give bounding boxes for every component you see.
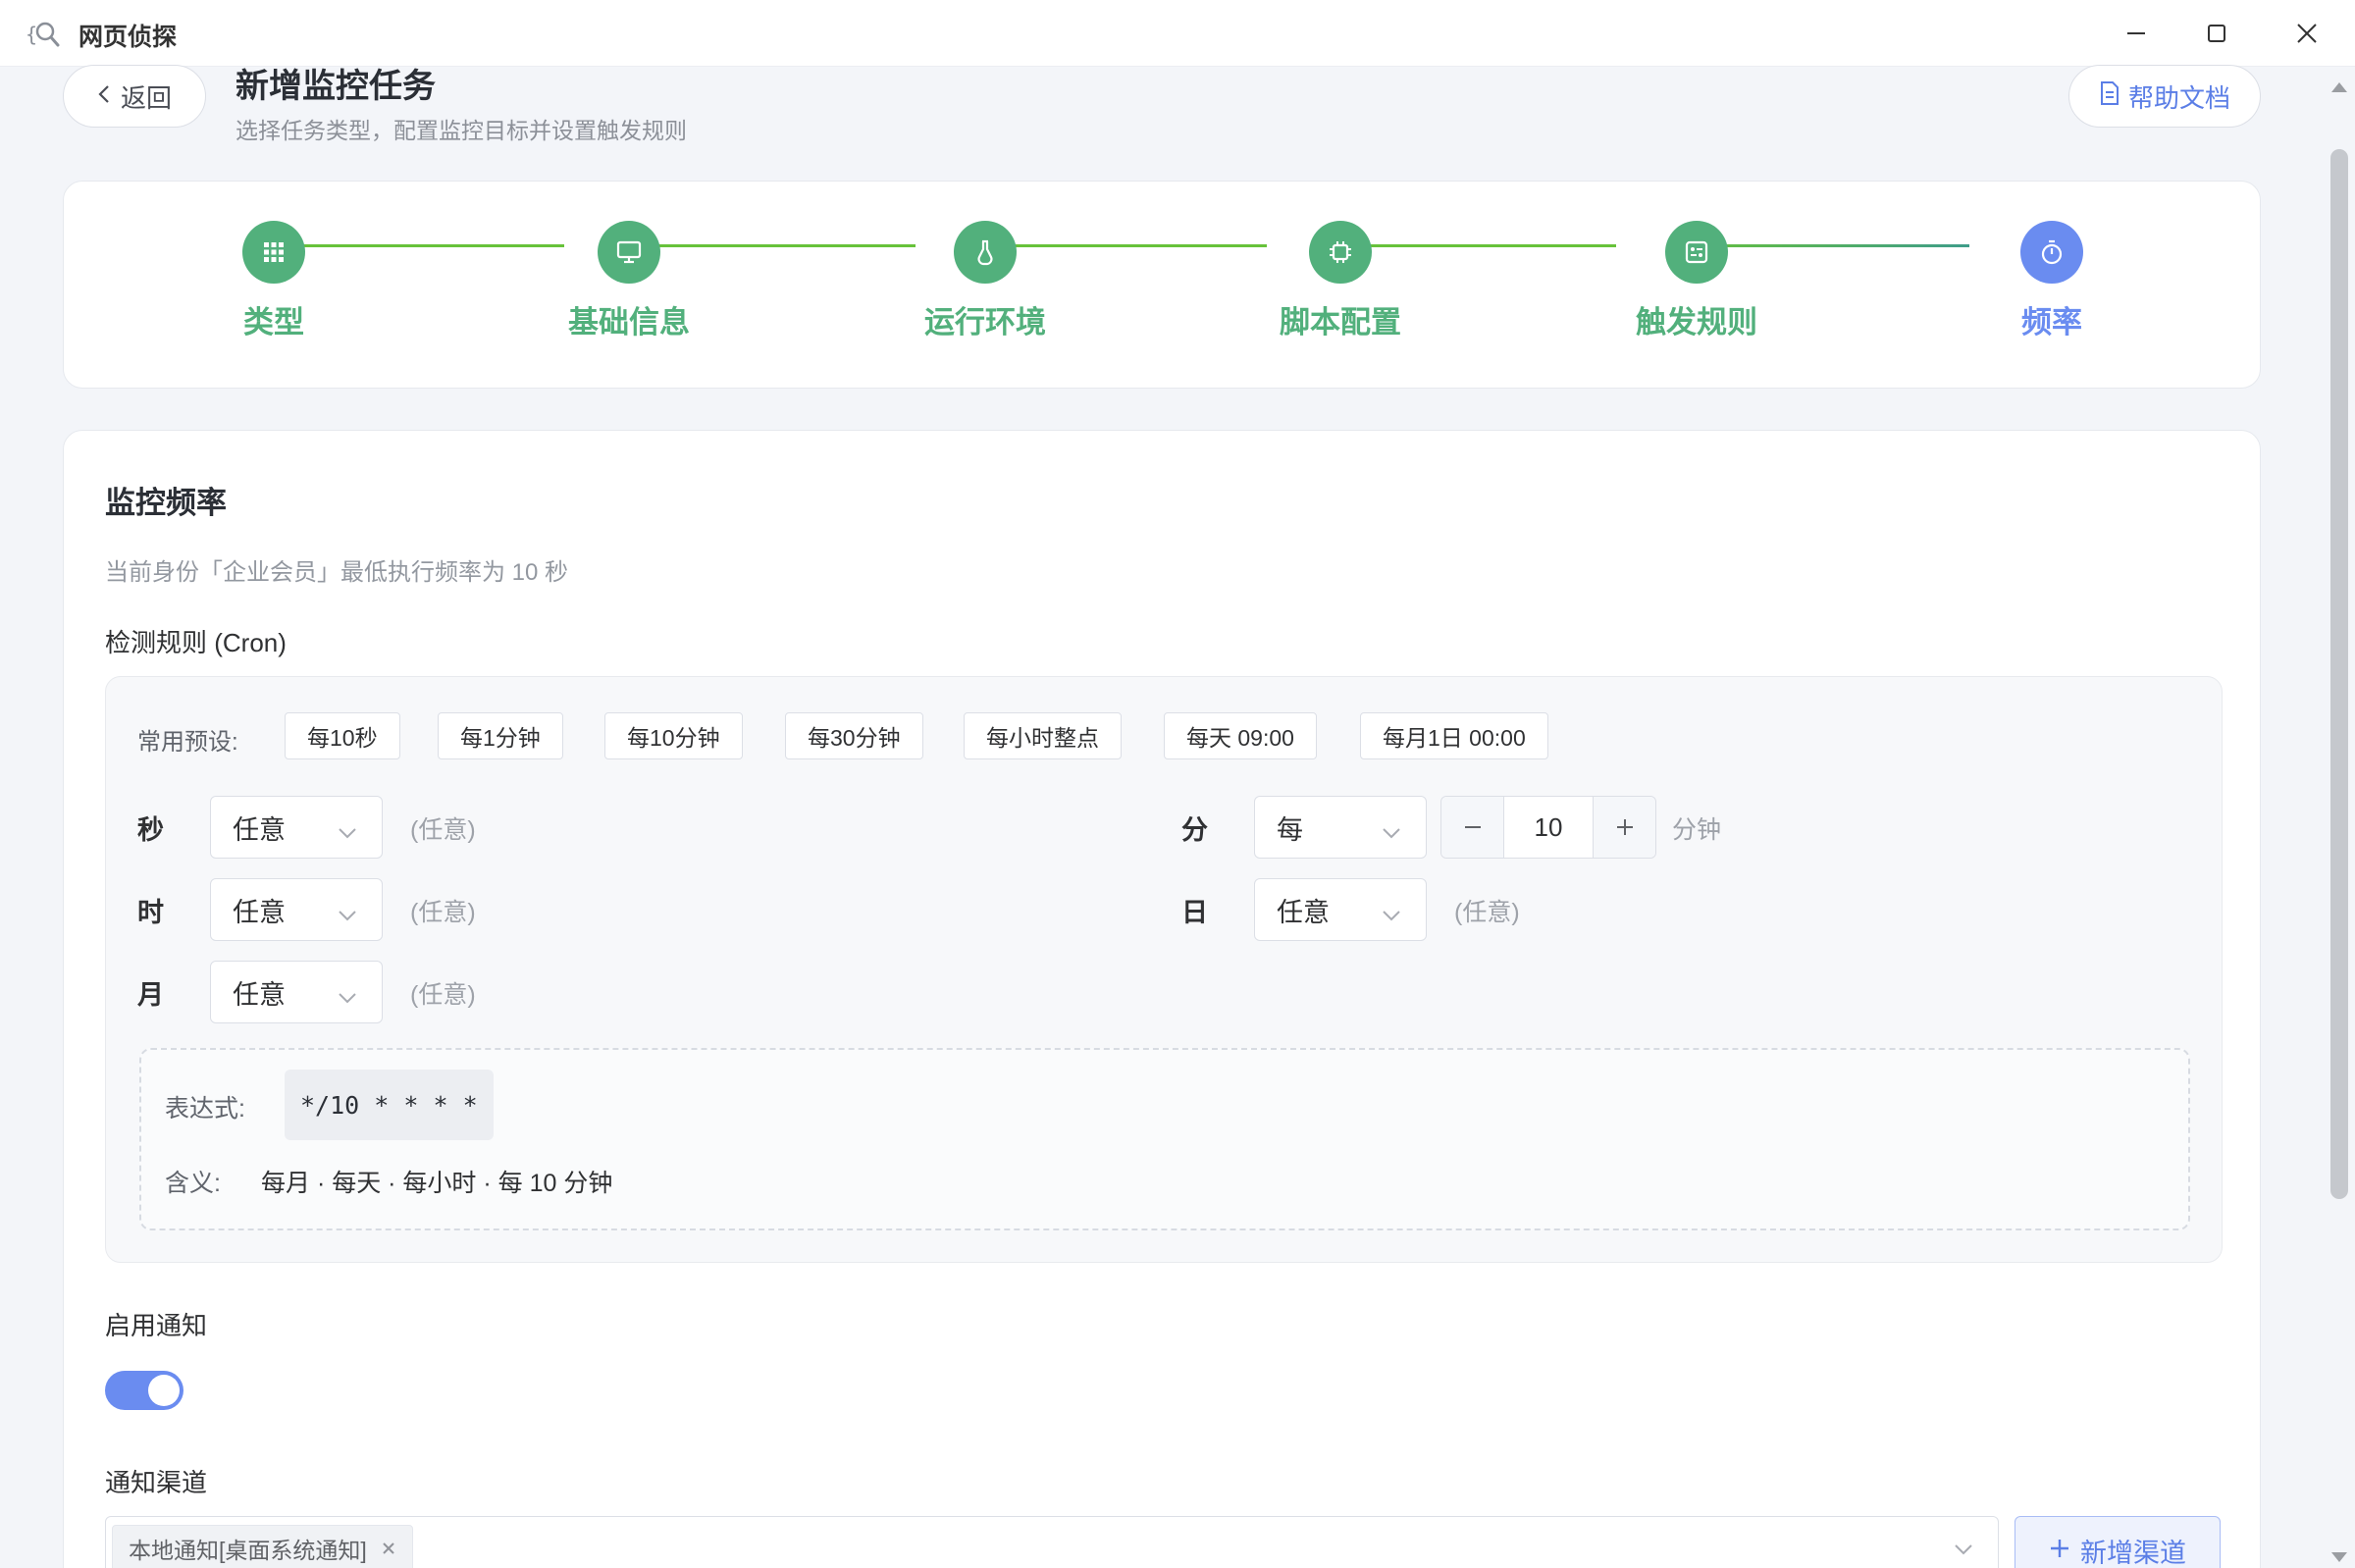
hour-select[interactable]: 任意 bbox=[210, 878, 383, 941]
minimize-button[interactable] bbox=[2102, 10, 2171, 57]
back-label: 返回 bbox=[120, 82, 172, 113]
meaning-label: 含义: bbox=[165, 1170, 221, 1197]
back-button[interactable]: 返回 bbox=[63, 65, 206, 128]
notify-toggle[interactable] bbox=[105, 1371, 183, 1410]
channel-tag-label: 本地通知[桌面系统通知] bbox=[129, 1538, 367, 1563]
day-select[interactable]: 任意 bbox=[1254, 878, 1427, 941]
channel-tag: 本地通知[桌面系统通知] bbox=[112, 1525, 413, 1568]
month-hint: (任意) bbox=[410, 981, 476, 1009]
minute-step-value[interactable]: 10 bbox=[1504, 797, 1593, 858]
chevron-down-icon bbox=[337, 981, 358, 1012]
cron-meaning: 每月 · 每天 · 每小时 · 每 10 分钟 bbox=[261, 1170, 613, 1197]
preset-button[interactable]: 每30分钟 bbox=[785, 712, 923, 759]
scroll-up-arrow-icon[interactable] bbox=[2331, 82, 2347, 92]
hour-hint: (任意) bbox=[410, 899, 476, 926]
title-bar: { 网页侦探 bbox=[0, 0, 2355, 67]
select-value: 任意 bbox=[233, 814, 286, 845]
chevron-down-icon bbox=[337, 899, 358, 929]
frequency-card: 监控频率 当前身份「企业会员」最低执行频率为 10 秒 检测规则 (Cron) … bbox=[63, 430, 2261, 1568]
channel-label: 通知渠道 bbox=[105, 1468, 208, 1497]
help-docs-button[interactable]: 帮助文档 bbox=[2068, 65, 2261, 128]
cron-expression: */10 * * * * bbox=[285, 1070, 494, 1140]
minute-stepper[interactable]: 10 bbox=[1440, 796, 1656, 859]
scroll-thumb[interactable] bbox=[2330, 149, 2348, 1199]
increment-button[interactable] bbox=[1593, 797, 1655, 858]
month-select[interactable]: 任意 bbox=[210, 961, 383, 1023]
monitor-icon bbox=[598, 221, 660, 284]
preset-button[interactable]: 每10秒 bbox=[285, 712, 400, 759]
chevron-down-icon bbox=[1953, 1542, 1974, 1561]
hour-label: 时 bbox=[137, 898, 164, 927]
help-docs-label: 帮助文档 bbox=[2127, 82, 2230, 113]
step-basic-info[interactable]: 基础信息 bbox=[531, 221, 727, 341]
step-label: 类型 bbox=[243, 305, 304, 340]
chevron-down-icon bbox=[1381, 899, 1402, 929]
day-hint: (任意) bbox=[1454, 899, 1520, 926]
enable-notify-label: 启用通知 bbox=[105, 1311, 208, 1340]
toggle-knob bbox=[148, 1375, 180, 1406]
step-label: 运行环境 bbox=[924, 305, 1046, 340]
minute-unit: 分钟 bbox=[1672, 816, 1722, 844]
page-title: 新增监控任务 bbox=[236, 68, 436, 105]
channel-select[interactable]: 本地通知[桌面系统通知] bbox=[105, 1516, 1999, 1568]
chevron-left-icon bbox=[97, 81, 111, 112]
step-runtime-env[interactable]: 运行环境 bbox=[887, 221, 1083, 341]
select-value: 任意 bbox=[233, 979, 286, 1010]
select-value: 每 bbox=[1277, 814, 1303, 845]
scroll-down-arrow-icon[interactable] bbox=[2331, 1552, 2347, 1562]
add-channel-label: 新增渠道 bbox=[2080, 1538, 2186, 1568]
decrement-button[interactable] bbox=[1441, 797, 1504, 858]
plus-icon bbox=[2049, 1536, 2070, 1566]
preset-button[interactable]: 每1分钟 bbox=[438, 712, 563, 759]
expression-label: 表达式: bbox=[165, 1095, 245, 1123]
svg-text:{: { bbox=[26, 23, 37, 46]
step-label: 脚本配置 bbox=[1280, 305, 1401, 340]
document-icon bbox=[2099, 80, 2120, 113]
preset-button[interactable]: 每月1日 00:00 bbox=[1360, 712, 1548, 759]
step-script-config[interactable]: 脚本配置 bbox=[1242, 221, 1439, 341]
remove-tag-icon[interactable] bbox=[381, 1536, 396, 1562]
step-trigger-rules[interactable]: 触发规则 bbox=[1598, 221, 1795, 341]
minute-label: 分 bbox=[1181, 815, 1208, 845]
grid-icon bbox=[242, 221, 305, 284]
page-scrollbar[interactable] bbox=[2324, 67, 2355, 1568]
select-value: 任意 bbox=[233, 897, 286, 927]
steps-card: 类型 基础信息 运行环境 脚本配置 触发规则 频率 bbox=[63, 181, 2261, 389]
second-hint: (任意) bbox=[410, 816, 476, 844]
close-window-button[interactable] bbox=[2273, 10, 2341, 57]
chevron-down-icon bbox=[337, 816, 358, 847]
section-title: 监控频率 bbox=[105, 486, 227, 520]
month-label: 月 bbox=[137, 980, 164, 1010]
step-label: 频率 bbox=[2021, 305, 2082, 340]
step-label: 触发规则 bbox=[1636, 305, 1757, 340]
step-frequency[interactable]: 频率 bbox=[1954, 221, 2150, 341]
chevron-down-icon bbox=[1381, 816, 1402, 847]
chip-icon bbox=[1309, 221, 1372, 284]
cron-rule-label: 检测规则 (Cron) bbox=[105, 628, 287, 657]
step-type[interactable]: 类型 bbox=[176, 221, 372, 341]
page-subtitle: 选择任务类型，配置监控目标并设置触发规则 bbox=[236, 118, 687, 143]
stopwatch-icon bbox=[2020, 221, 2083, 284]
preset-button[interactable]: 每天 09:00 bbox=[1164, 712, 1317, 759]
flask-icon bbox=[954, 221, 1017, 284]
app-logo-icon: { bbox=[26, 16, 63, 51]
step-label: 基础信息 bbox=[568, 305, 690, 340]
add-channel-button[interactable]: 新增渠道 bbox=[2015, 1516, 2221, 1568]
minute-select[interactable]: 每 bbox=[1254, 796, 1427, 859]
preset-button[interactable]: 每小时整点 bbox=[964, 712, 1122, 759]
expression-panel: 表达式: */10 * * * * 含义: 每月 · 每天 · 每小时 · 每 … bbox=[139, 1048, 2190, 1230]
maximize-button[interactable] bbox=[2182, 10, 2251, 57]
cron-editor: 常用预设: 每10秒 每1分钟 每10分钟 每30分钟 每小时整点 每天 09:… bbox=[105, 676, 2223, 1263]
select-value: 任意 bbox=[1277, 897, 1330, 927]
day-label: 日 bbox=[1181, 898, 1208, 927]
rules-icon bbox=[1665, 221, 1728, 284]
second-select[interactable]: 任意 bbox=[210, 796, 383, 859]
app-title: 网页侦探 bbox=[78, 24, 178, 51]
presets-label: 常用预设: bbox=[137, 729, 238, 756]
second-label: 秒 bbox=[137, 815, 164, 845]
preset-button[interactable]: 每10分钟 bbox=[604, 712, 743, 759]
frequency-hint: 当前身份「企业会员」最低执行频率为 10 秒 bbox=[105, 559, 569, 586]
